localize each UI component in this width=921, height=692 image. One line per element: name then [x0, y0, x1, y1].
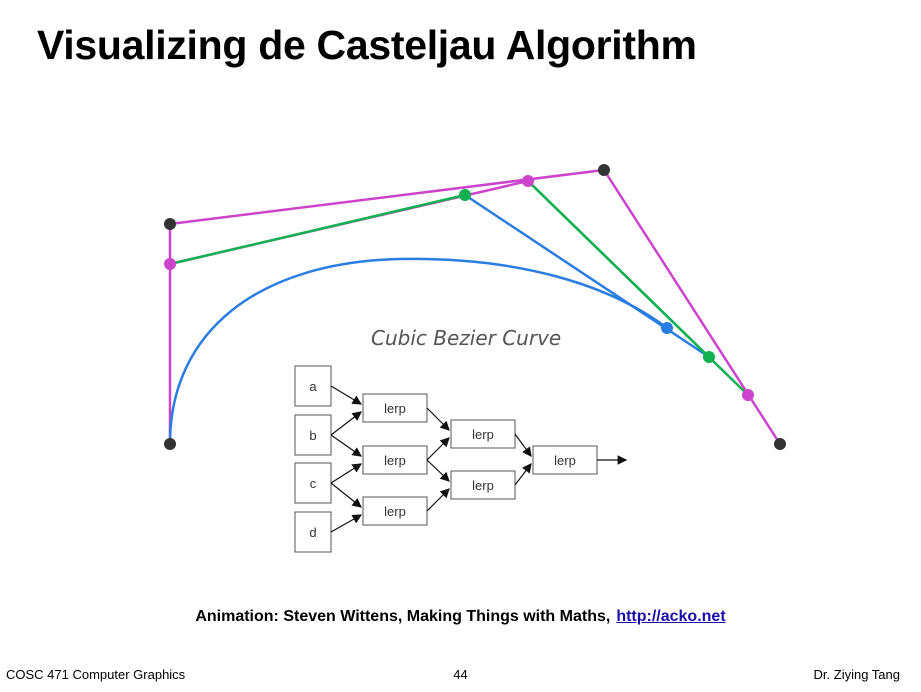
lerp-label: lerp: [554, 453, 576, 468]
input-label-c: c: [310, 476, 317, 491]
acko-link[interactable]: http://acko.net: [616, 608, 725, 625]
curve-label: Cubic Bezier Curve: [371, 326, 561, 350]
control-point-p0: [164, 438, 176, 450]
control-point-p3: [774, 438, 786, 450]
lerp-label: lerp: [472, 427, 494, 442]
lerp-label: lerp: [384, 504, 406, 519]
footer-author: Dr. Ziying Tang: [813, 667, 900, 682]
control-point-p1: [164, 218, 176, 230]
lerp-point-magenta-3: [742, 389, 754, 401]
input-label-b: b: [309, 428, 316, 443]
lerp-point-green-2: [703, 351, 715, 363]
lerp-label: lerp: [384, 453, 406, 468]
animation-credit: Animation: Steven Wittens, Making Things…: [0, 608, 921, 626]
lerp-point-magenta-2: [522, 175, 534, 187]
lerp-point-magenta-1: [164, 258, 176, 270]
de-casteljau-diagram: Cubic Bezier Curve a b c d lerp lerp ler…: [164, 164, 786, 553]
input-label-d: d: [309, 525, 316, 540]
control-polygon: [168, 168, 782, 445]
credit-text: Animation: Steven Wittens, Making Things…: [195, 608, 611, 625]
footer-page-number: 44: [453, 667, 468, 682]
lerp-label: lerp: [472, 478, 494, 493]
control-point-p2: [598, 164, 610, 176]
curve-point-blue: [661, 322, 673, 334]
lerp-point-green-1: [459, 189, 471, 201]
input-label-a: a: [309, 379, 317, 394]
lerp-block-diagram: [294, 365, 598, 553]
lerp-label: lerp: [384, 401, 406, 416]
